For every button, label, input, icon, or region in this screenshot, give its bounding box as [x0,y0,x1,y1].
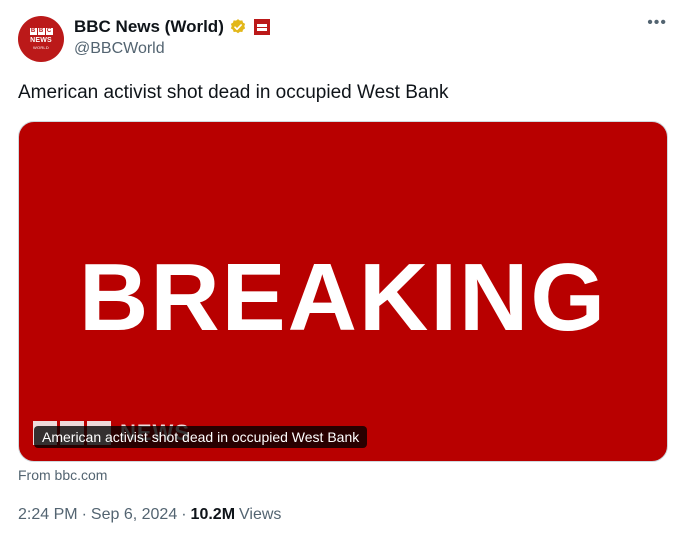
views-label: Views [239,506,282,523]
tweet-card: B B C NEWS WORLD BBC News (World) @BBCWo… [0,0,687,544]
link-card-image[interactable]: BREAKING NEWS American activist shot dea… [18,121,668,462]
bbc-block: B [37,28,45,35]
author-name-row: BBC News (World) [74,16,270,38]
author-handle[interactable]: @BBCWorld [74,40,165,58]
separator: · [81,506,87,523]
bbc-block: C [45,28,53,35]
avatar-world-text: WORLD [33,45,49,50]
verified-badge-icon[interactable] [229,18,247,36]
affiliate-badge-icon[interactable] [253,19,270,35]
views-count: 10.2M [190,506,236,523]
avatar-news-text: NEWS [30,37,52,44]
display-name[interactable]: BBC News (World) [74,17,224,37]
bbc-block: B [29,28,37,35]
more-options-icon[interactable]: ••• [647,14,667,32]
card-caption: American activist shot dead in occupied … [34,426,368,448]
tweet-text: American activist shot dead in occupied … [18,82,449,103]
separator: · [181,506,187,523]
tweet-date[interactable]: Sep 6, 2024 [91,506,177,524]
breaking-headline: BREAKING [78,244,607,351]
bbc-logo-blocks: B B C [29,28,53,35]
tweet-meta: 2:24 PM · Sep 6, 2024 · 10.2M Views [18,506,281,524]
avatar[interactable]: B B C NEWS WORLD [18,16,64,62]
link-source[interactable]: From bbc.com [18,467,107,483]
tweet-time[interactable]: 2:24 PM [18,506,78,524]
